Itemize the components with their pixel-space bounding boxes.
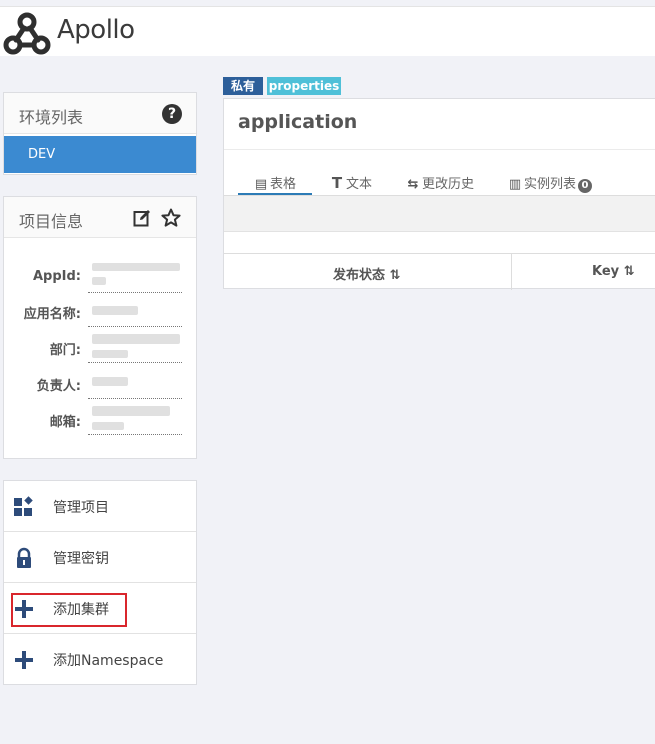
column-divider bbox=[511, 254, 512, 290]
appid-label: AppId: bbox=[32, 269, 81, 284]
actions-panel: 管理项目 管理密钥 添加集群 添加Namespace bbox=[3, 480, 197, 685]
private-tag: 私有 bbox=[223, 77, 263, 95]
manage-project-button[interactable]: 管理项目 bbox=[4, 481, 196, 532]
column-publish-status[interactable]: 发布状态 ⇅ bbox=[333, 264, 400, 283]
project-panel-title: 项目信息 bbox=[19, 212, 84, 231]
top-navbar: Apollo bbox=[0, 6, 655, 56]
project-panel-header: 项目信息 bbox=[4, 197, 196, 238]
star-icon[interactable] bbox=[161, 208, 181, 228]
add-namespace-button[interactable]: 添加Namespace bbox=[4, 634, 196, 685]
brand-name[interactable]: Apollo bbox=[57, 15, 135, 45]
divider bbox=[224, 149, 655, 150]
info-row-app-name: 应用名称: bbox=[4, 295, 196, 327]
add-namespace-label: 添加Namespace bbox=[53, 653, 164, 669]
env-panel-header: 环境列表 ? bbox=[4, 93, 196, 134]
add-cluster-button[interactable]: 添加集群 bbox=[4, 583, 196, 634]
email-value bbox=[88, 403, 182, 435]
table-toolbar bbox=[224, 196, 655, 232]
app-name-label: 应用名称: bbox=[23, 307, 81, 322]
namespace-title: application bbox=[238, 111, 358, 133]
tab-history-label: 更改历史 bbox=[422, 177, 475, 192]
info-row-department: 部门: bbox=[4, 331, 196, 363]
tab-text[interactable]: T 文本 bbox=[330, 173, 372, 192]
tab-history[interactable]: ⇆ 更改历史 bbox=[406, 173, 474, 192]
env-list-panel: 环境列表 ? DEV bbox=[3, 92, 197, 175]
instance-icon: ▥ bbox=[508, 177, 522, 192]
edit-icon[interactable] bbox=[133, 209, 151, 227]
email-label: 邮箱: bbox=[49, 415, 81, 430]
column-key[interactable]: Key ⇅ bbox=[592, 264, 635, 279]
grid-icon bbox=[14, 496, 33, 516]
env-item-dev[interactable]: DEV bbox=[4, 136, 196, 173]
manage-project-label: 管理项目 bbox=[53, 500, 109, 516]
table-icon: ▤ bbox=[254, 177, 268, 192]
tab-instances-label: 实例列表 bbox=[524, 177, 577, 192]
apollo-logo-icon[interactable] bbox=[2, 9, 52, 57]
plus-icon bbox=[15, 651, 33, 669]
owner-value bbox=[88, 367, 182, 399]
tab-table-label: 表格 bbox=[270, 177, 297, 192]
appid-value bbox=[88, 261, 182, 293]
format-tag: properties bbox=[267, 77, 341, 95]
table-header: 发布状态 ⇅ Key ⇅ bbox=[224, 253, 655, 290]
manage-secret-label: 管理密钥 bbox=[53, 551, 109, 567]
help-icon[interactable]: ? bbox=[162, 104, 182, 124]
add-cluster-label: 添加集群 bbox=[53, 602, 109, 618]
text-icon: T bbox=[331, 174, 343, 192]
env-panel-title: 环境列表 bbox=[19, 108, 84, 127]
lock-icon bbox=[17, 547, 31, 568]
info-row-appid: AppId: bbox=[4, 261, 196, 293]
tab-instances[interactable]: ▥ 实例列表 0 bbox=[508, 173, 593, 193]
sort-icon: ⇅ bbox=[623, 264, 635, 279]
department-label: 部门: bbox=[49, 343, 81, 358]
owner-label: 负责人: bbox=[36, 379, 81, 394]
project-info-panel: 项目信息 AppId: 应用名称: 部门: 负责人: 邮箱: bbox=[3, 196, 197, 459]
namespace-panel: application ▤ 表格 T 文本 ⇆ 更改历史 ▥ 实例列表 0 发布状态 ⇅ … bbox=[223, 98, 655, 290]
info-row-email: 邮箱: bbox=[4, 403, 196, 435]
instance-count-badge: 0 bbox=[578, 179, 593, 193]
sort-icon: ⇅ bbox=[389, 268, 401, 283]
publish-status-label: 发布状态 bbox=[333, 268, 386, 283]
app-name-value bbox=[88, 295, 182, 327]
plus-icon bbox=[15, 600, 33, 618]
department-value bbox=[88, 331, 182, 363]
tab-text-label: 文本 bbox=[346, 177, 373, 192]
history-icon: ⇆ bbox=[407, 177, 419, 192]
manage-secret-button[interactable]: 管理密钥 bbox=[4, 532, 196, 583]
namespace-tabs: ▤ 表格 T 文本 ⇆ 更改历史 ▥ 实例列表 0 bbox=[224, 169, 655, 196]
tab-table[interactable]: ▤ 表格 bbox=[254, 173, 296, 192]
key-label: Key bbox=[592, 264, 620, 279]
info-row-owner: 负责人: bbox=[4, 367, 196, 399]
